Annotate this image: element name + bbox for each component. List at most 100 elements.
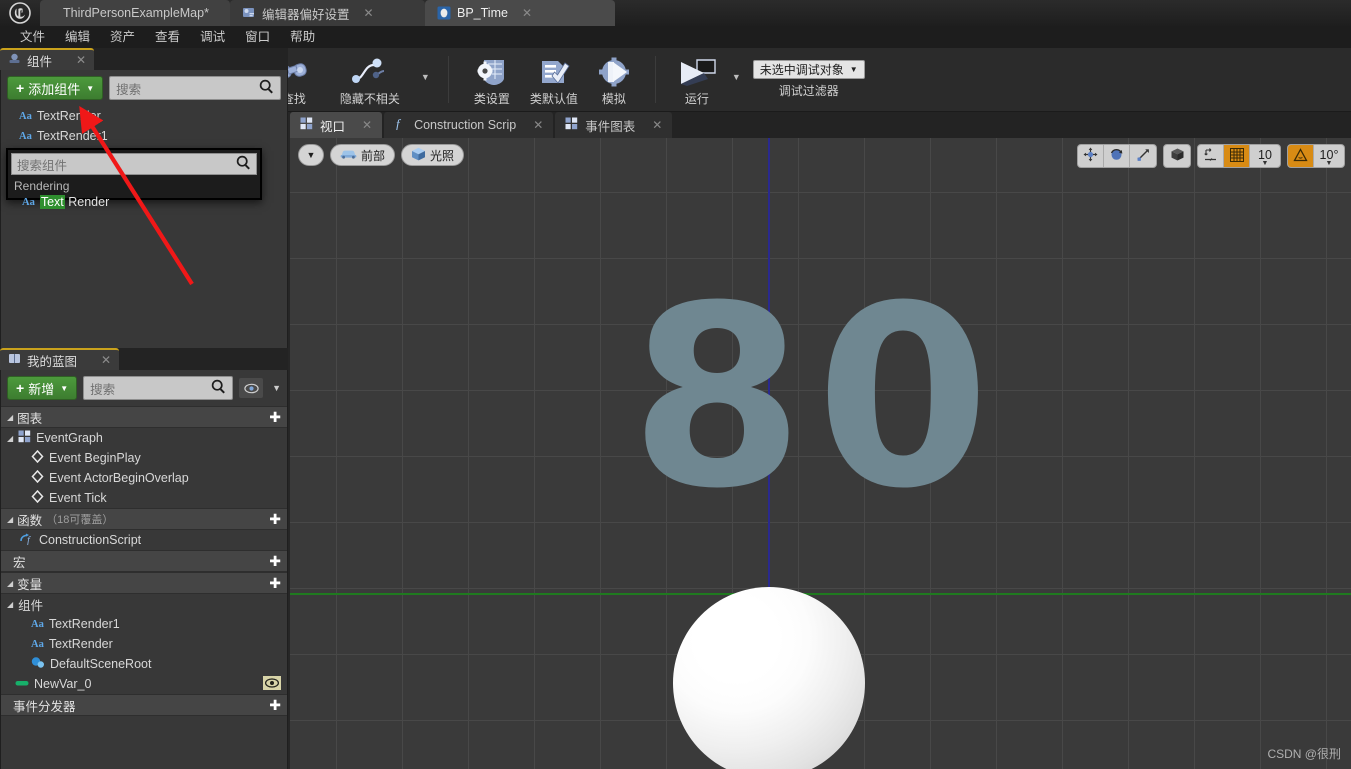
tree-item-constructionscript[interactable]: f ConstructionScript [1,530,287,550]
close-icon[interactable]: ✕ [652,118,662,132]
title-bar: ThirdPersonExampleMap* 编辑器偏好设置 ✕ BP_Time… [0,0,1351,26]
component-row-textrender[interactable]: Aa TextRender [1,106,287,126]
rotation-snap-group: 10° ▼ [1287,144,1345,168]
close-icon[interactable]: ✕ [522,6,532,20]
viewport-options-button[interactable]: ▼ [298,144,324,166]
close-icon[interactable]: ✕ [533,118,543,132]
debug-object-select[interactable]: 未选中调试对象 ▼ [752,60,865,79]
chevron-down-icon[interactable]: ▼ [269,383,281,393]
match-highlight: Text [39,195,65,209]
play-button[interactable]: 运行 [668,50,726,110]
chevron-down-icon[interactable]: ▼ [415,72,436,82]
grid-snap-toggle[interactable] [1224,145,1250,167]
add-graph-button[interactable]: ✚ [269,410,281,424]
menu-item-help[interactable]: 帮助 [280,26,325,48]
dropdown-item-text-render[interactable]: Aa Text Render [8,193,260,211]
angle-snap-value[interactable]: 10° ▼ [1314,145,1344,167]
section-event-dispatchers[interactable]: 事件分发器 ✚ [1,694,287,716]
world-space-toggle[interactable] [1164,145,1190,167]
surface-snap-icon [1203,147,1218,165]
surface-snap-toggle[interactable] [1198,145,1224,167]
chevron-down-icon[interactable]: ▼ [726,72,747,82]
viewport-3d-scene[interactable]: 80 ▼ 前部 光照 10 ▼ 10° ▼ [290,138,1351,769]
close-icon[interactable]: ✕ [101,353,111,367]
function-icon: f [19,532,34,548]
menu-item-assets[interactable]: 资产 [100,26,145,48]
event-node-icon [31,469,44,486]
variable-group-components[interactable]: ◢ 组件 [1,594,287,614]
component-search-input[interactable]: 搜索组件 [11,153,257,175]
window-tab-thirdpersonexamplemap[interactable]: ThirdPersonExampleMap* [40,0,230,26]
viewport-left-controls: ▼ 前部 光照 [298,144,465,166]
window-tab-bp-time[interactable]: BP_Time ✕ [425,0,615,26]
view-mode-label: 光照 [430,148,455,163]
tree-item-label: Event ActorBeginOverlap [49,471,189,485]
angle-snap-toggle[interactable] [1288,145,1314,167]
class-defaults-button[interactable]: 类默认值 [523,50,585,110]
simulate-button[interactable]: 模拟 [585,50,643,110]
debug-object-value: 未选中调试对象 [759,63,844,77]
rotate-tool-button[interactable] [1104,145,1130,167]
tab-label: 我的蓝图 [27,354,78,369]
variable-visibility-eye-icon[interactable] [263,675,281,693]
camera-view-button[interactable]: 前部 [330,144,396,166]
my-blueprint-search-input[interactable]: 搜索 [83,376,234,400]
add-component-button[interactable]: + 添加组件 ▼ [7,76,104,100]
add-new-button[interactable]: + 新增 ▼ [7,376,78,400]
section-functions[interactable]: ◢ 函数 （18可覆盖） ✚ [1,508,287,530]
visibility-filter-button[interactable] [239,378,264,398]
tree-item-eventgraph[interactable]: ◢ EventGraph [1,428,287,448]
blueprint-icon [437,6,451,20]
close-icon[interactable]: ✕ [76,53,86,67]
tab-construction-script[interactable]: f Construction Scrip ✕ [384,112,554,138]
text-render-icon: Aa [22,196,35,208]
section-graphs[interactable]: ◢ 图表 ✚ [1,406,287,428]
component-row-textrender1[interactable]: Aa TextRender1 [1,126,287,146]
bool-variable-icon [15,677,29,691]
scale-tool-button[interactable] [1130,145,1156,167]
tab-event-graph[interactable]: 事件图表 ✕ [555,112,673,138]
menu-item-debug[interactable]: 调试 [190,26,235,48]
section-subtitle: （18可覆盖） [46,514,114,526]
close-icon[interactable]: ✕ [362,118,372,132]
tree-item-event-tick[interactable]: Event Tick [1,488,287,508]
tab-my-blueprint[interactable]: 我的蓝图 ✕ [0,348,120,370]
components-search-input[interactable]: 搜索 [109,76,281,100]
tab-components[interactable]: 组件 ✕ [0,48,95,70]
add-variable-button[interactable]: ✚ [269,576,281,590]
menu-item-window[interactable]: 窗口 [235,26,280,48]
hide-unrelated-button[interactable]: 隐藏不相关 [325,50,415,110]
section-variables[interactable]: ◢ 变量 ✚ [1,572,287,594]
svg-text:f: f [27,536,31,546]
add-macro-button[interactable]: ✚ [269,554,281,568]
window-tab-editor-preferences[interactable]: 编辑器偏好设置 ✕ [230,0,425,26]
add-event-dispatcher-button[interactable]: ✚ [269,698,281,712]
variable-row-defaultsceneroot[interactable]: DefaultSceneRoot [1,654,287,674]
camera-icon [340,148,357,162]
tab-viewport[interactable]: 视口 ✕ [290,112,383,138]
variable-row-newvar-0[interactable]: NewVar_0 [1,674,287,694]
event-graph-icon [565,117,578,133]
class-settings-icon [476,54,508,90]
add-function-button[interactable]: ✚ [269,512,281,526]
section-macros[interactable]: 宏 ✚ [1,550,287,572]
search-placeholder: 搜索 [90,382,116,397]
close-icon[interactable]: ✕ [364,6,374,20]
menu-item-file[interactable]: 文件 [10,26,55,48]
view-mode-button[interactable]: 光照 [401,144,465,166]
tree-item-event-beginplay[interactable]: Event BeginPlay [1,448,287,468]
grid-snap-value[interactable]: 10 ▼ [1250,145,1280,167]
tree-item-event-actorbeginoverlap[interactable]: Event ActorBeginOverlap [1,468,287,488]
variable-row-textrender1[interactable]: Aa TextRender1 [1,614,287,634]
menu-item-edit[interactable]: 编辑 [55,26,100,48]
class-settings-button[interactable]: 类设置 [461,50,523,110]
variable-row-textrender[interactable]: Aa TextRender [1,634,287,654]
move-tool-button[interactable] [1078,145,1104,167]
class-defaults-label: 类默认值 [529,91,578,106]
menu-item-view[interactable]: 查看 [145,26,190,48]
group-label: 组件 [18,598,44,613]
move-gizmo-icon [1083,147,1098,165]
section-title: 宏 [13,555,26,570]
viewport-tabbar: 视口 ✕ f Construction Scrip ✕ 事件图表 ✕ [290,112,1351,138]
add-component-dropdown[interactable]: 搜索组件 Rendering Aa Text Render [6,148,262,209]
